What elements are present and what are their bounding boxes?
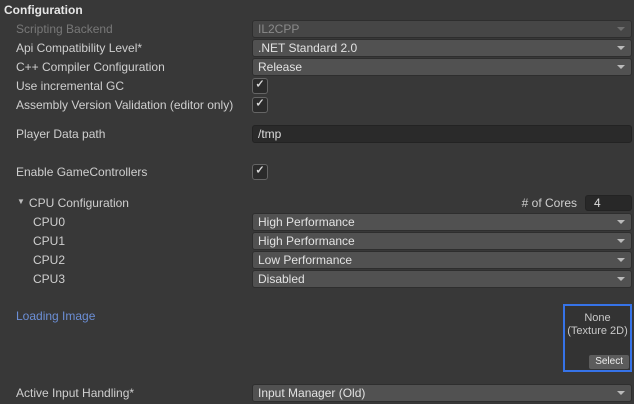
- active-input-handling-dropdown[interactable]: Input Manager (Old): [252, 384, 632, 402]
- row-loading-image: Loading Image None (Texture 2D) Select: [0, 304, 634, 372]
- chevron-down-icon: [617, 391, 625, 395]
- cpu2-dropdown[interactable]: Low Performance: [252, 251, 632, 269]
- cpu1-value: High Performance: [258, 234, 355, 248]
- player-data-path-value: /tmp: [258, 127, 281, 141]
- chevron-down-icon: [617, 277, 625, 281]
- loading-image-label: Loading Image: [16, 309, 95, 323]
- row-cpu2: CPU2 Low Performance: [0, 250, 634, 269]
- texture-select-button[interactable]: Select: [589, 355, 629, 369]
- cpu3-value: Disabled: [258, 272, 305, 286]
- row-cpu-configuration: ▼ CPU Configuration # of Cores 4: [0, 193, 634, 212]
- foldout-expanded-icon: ▼: [17, 197, 25, 206]
- row-cpu1: CPU1 High Performance: [0, 231, 634, 250]
- scripting-backend-dropdown: IL2CPP: [252, 20, 632, 38]
- scripting-backend-value: IL2CPP: [258, 22, 299, 36]
- cpu-configuration-foldout[interactable]: ▼ CPU Configuration: [0, 196, 252, 210]
- active-input-handling-label: Active Input Handling*: [0, 386, 252, 400]
- row-cpp-compiler: C++ Compiler Configuration Release: [0, 57, 634, 76]
- chevron-down-icon: [617, 46, 625, 50]
- row-api-compatibility: Api Compatibility Level* .NET Standard 2…: [0, 38, 634, 57]
- api-compatibility-label: Api Compatibility Level*: [0, 41, 252, 55]
- num-cores-input[interactable]: 4: [585, 195, 632, 211]
- row-player-data-path: Player Data path /tmp: [0, 124, 634, 143]
- cpp-compiler-dropdown[interactable]: Release: [252, 58, 632, 76]
- cpu1-label: CPU1: [0, 234, 252, 248]
- num-cores-value: 4: [594, 196, 601, 210]
- check-icon: ✓: [253, 164, 267, 177]
- cpu0-value: High Performance: [258, 215, 355, 229]
- api-compatibility-value: .NET Standard 2.0: [258, 41, 357, 55]
- chevron-down-icon: [617, 27, 625, 31]
- assembly-validation-checkbox[interactable]: ✓: [252, 97, 268, 113]
- loading-image-object-field[interactable]: None (Texture 2D) Select: [563, 304, 632, 372]
- player-data-path-label: Player Data path: [0, 127, 252, 141]
- incremental-gc-label: Use incremental GC: [0, 79, 252, 93]
- section-title: Configuration: [0, 0, 634, 19]
- texture-none-text: None (Texture 2D): [565, 312, 630, 338]
- assembly-validation-label: Assembly Version Validation (editor only…: [0, 98, 252, 112]
- cpu-configuration-label: CPU Configuration: [29, 196, 129, 210]
- row-enable-gamecontrollers: Enable GameControllers ✓: [0, 162, 634, 181]
- configuration-panel: Configuration Scripting Backend IL2CPP A…: [0, 0, 634, 404]
- incremental-gc-checkbox[interactable]: ✓: [252, 78, 268, 94]
- chevron-down-icon: [617, 258, 625, 262]
- num-cores-label: # of Cores: [522, 196, 577, 210]
- row-assembly-validation: Assembly Version Validation (editor only…: [0, 95, 634, 114]
- chevron-down-icon: [617, 239, 625, 243]
- chevron-down-icon: [617, 65, 625, 69]
- row-scripting-backend: Scripting Backend IL2CPP: [0, 19, 634, 38]
- cpu3-label: CPU3: [0, 272, 252, 286]
- cpp-compiler-value: Release: [258, 60, 302, 74]
- active-input-handling-value: Input Manager (Old): [258, 386, 365, 400]
- enable-gamecontrollers-label: Enable GameControllers: [0, 165, 252, 179]
- cpu0-dropdown[interactable]: High Performance: [252, 213, 632, 231]
- cpu2-value: Low Performance: [258, 253, 352, 267]
- cpu0-label: CPU0: [0, 215, 252, 229]
- check-icon: ✓: [253, 97, 267, 110]
- cpu2-label: CPU2: [0, 253, 252, 267]
- check-icon: ✓: [253, 78, 267, 91]
- row-incremental-gc: Use incremental GC ✓: [0, 76, 634, 95]
- scripting-backend-label: Scripting Backend: [0, 22, 252, 36]
- cpu1-dropdown[interactable]: High Performance: [252, 232, 632, 250]
- row-active-input-handling: Active Input Handling* Input Manager (Ol…: [0, 383, 634, 402]
- enable-gamecontrollers-checkbox[interactable]: ✓: [252, 164, 268, 180]
- cpu3-dropdown[interactable]: Disabled: [252, 270, 632, 288]
- chevron-down-icon: [617, 220, 625, 224]
- row-cpu3: CPU3 Disabled: [0, 269, 634, 288]
- player-data-path-input[interactable]: /tmp: [252, 125, 632, 143]
- api-compatibility-dropdown[interactable]: .NET Standard 2.0: [252, 39, 632, 57]
- row-cpu0: CPU0 High Performance: [0, 212, 634, 231]
- cpp-compiler-label: C++ Compiler Configuration: [0, 60, 252, 74]
